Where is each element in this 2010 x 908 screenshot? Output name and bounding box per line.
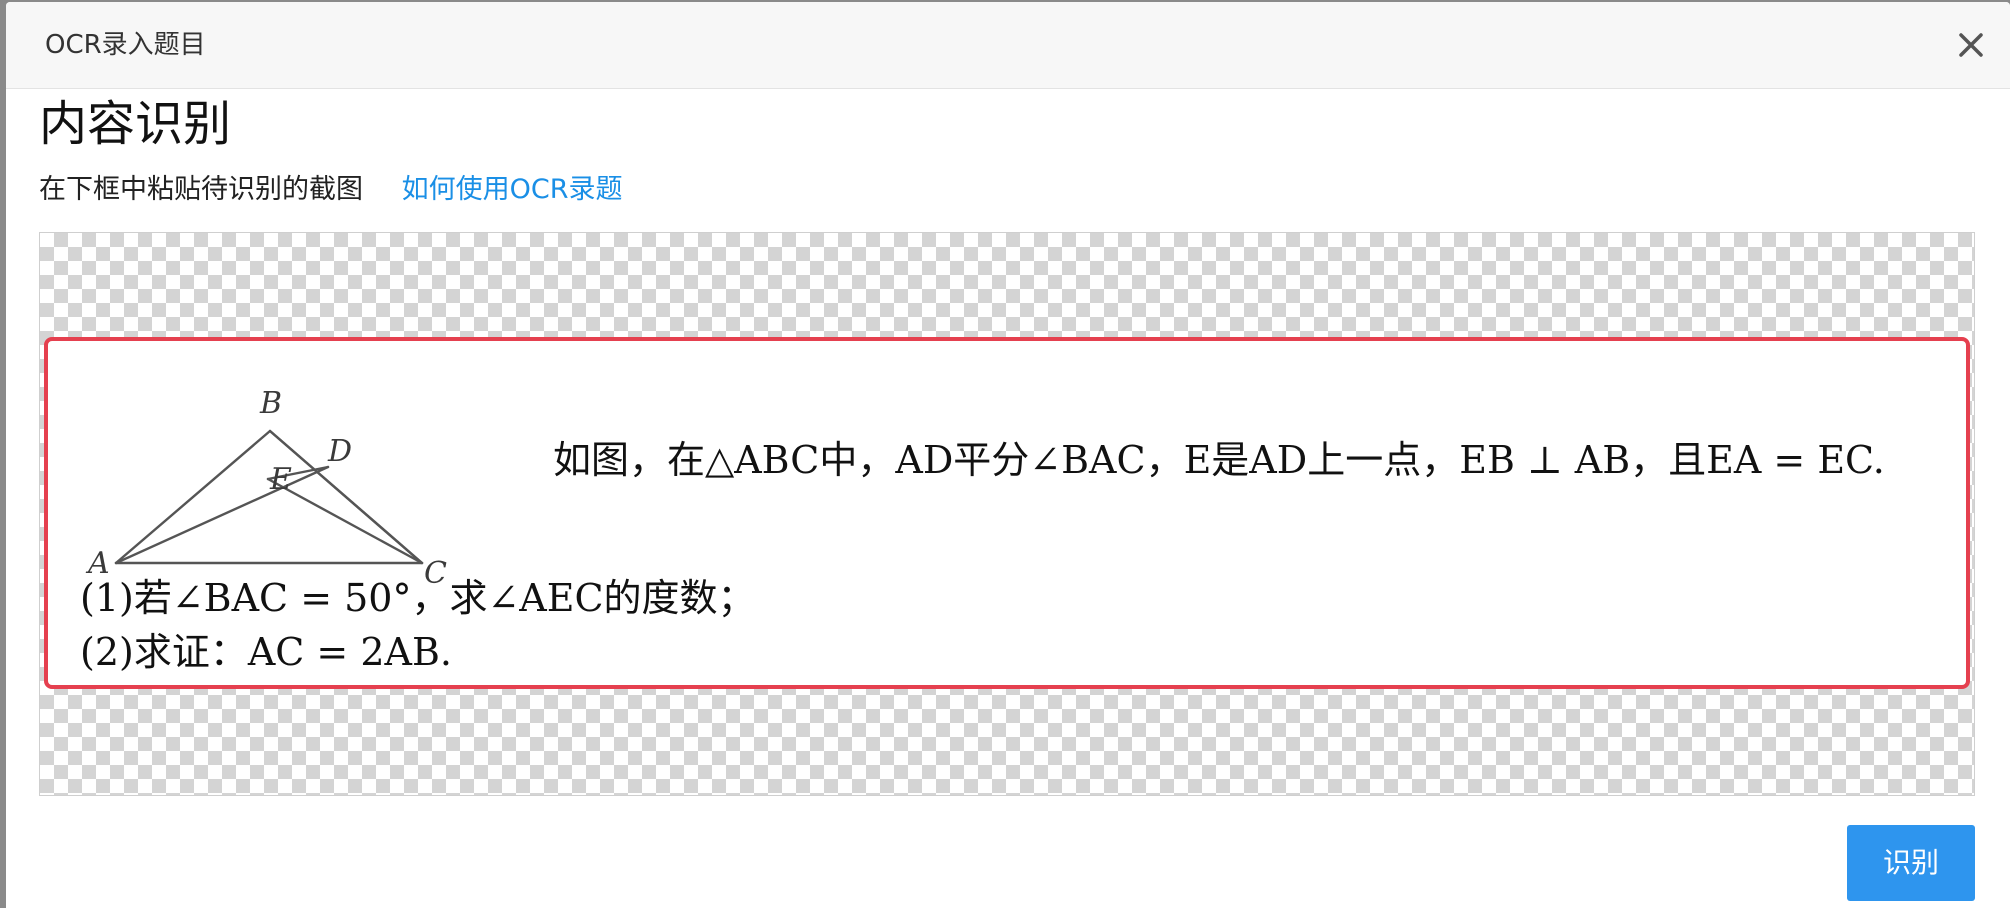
question-part-1: (1)若∠BAC = 50°，求∠AEC的度数； — [80, 576, 756, 620]
triangle-figure: B D E A C — [85, 386, 447, 591]
close-button[interactable] — [1952, 26, 1990, 64]
hint-row: 在下框中粘贴待识别的截图 如何使用OCR录题 — [39, 170, 622, 210]
dialog-header: OCR录入题目 — [6, 2, 2010, 89]
ocr-help-link[interactable]: 如何使用OCR录题 — [402, 174, 623, 205]
dialog-title: OCR录入题目 — [45, 30, 206, 60]
close-icon — [1959, 33, 1983, 57]
pasted-screenshot: B D E A C 如图，在△ABC中，AD平分∠BAC，E是AD上一点，EB … — [44, 337, 1970, 689]
section-title: 内容识别 — [39, 96, 232, 152]
figure-label-b: B — [259, 386, 282, 421]
figure-label-e: E — [269, 462, 292, 497]
paste-hint: 在下框中粘贴待识别的截图 — [39, 174, 363, 205]
question-part-2: (2)求证：AC = 2AB. — [80, 630, 452, 674]
question-main: 如图，在△ABC中，AD平分∠BAC，E是AD上一点，EB ⊥ AB，且EA =… — [553, 438, 1885, 482]
figure-label-d: D — [327, 434, 352, 469]
ocr-dialog: OCR录入题目 内容识别 在下框中粘贴待识别的截图 如何使用OCR录题 B D … — [6, 2, 2010, 908]
recognize-button[interactable]: 识别 — [1847, 825, 1975, 901]
paste-area[interactable]: B D E A C 如图，在△ABC中，AD平分∠BAC，E是AD上一点，EB … — [39, 232, 1975, 796]
